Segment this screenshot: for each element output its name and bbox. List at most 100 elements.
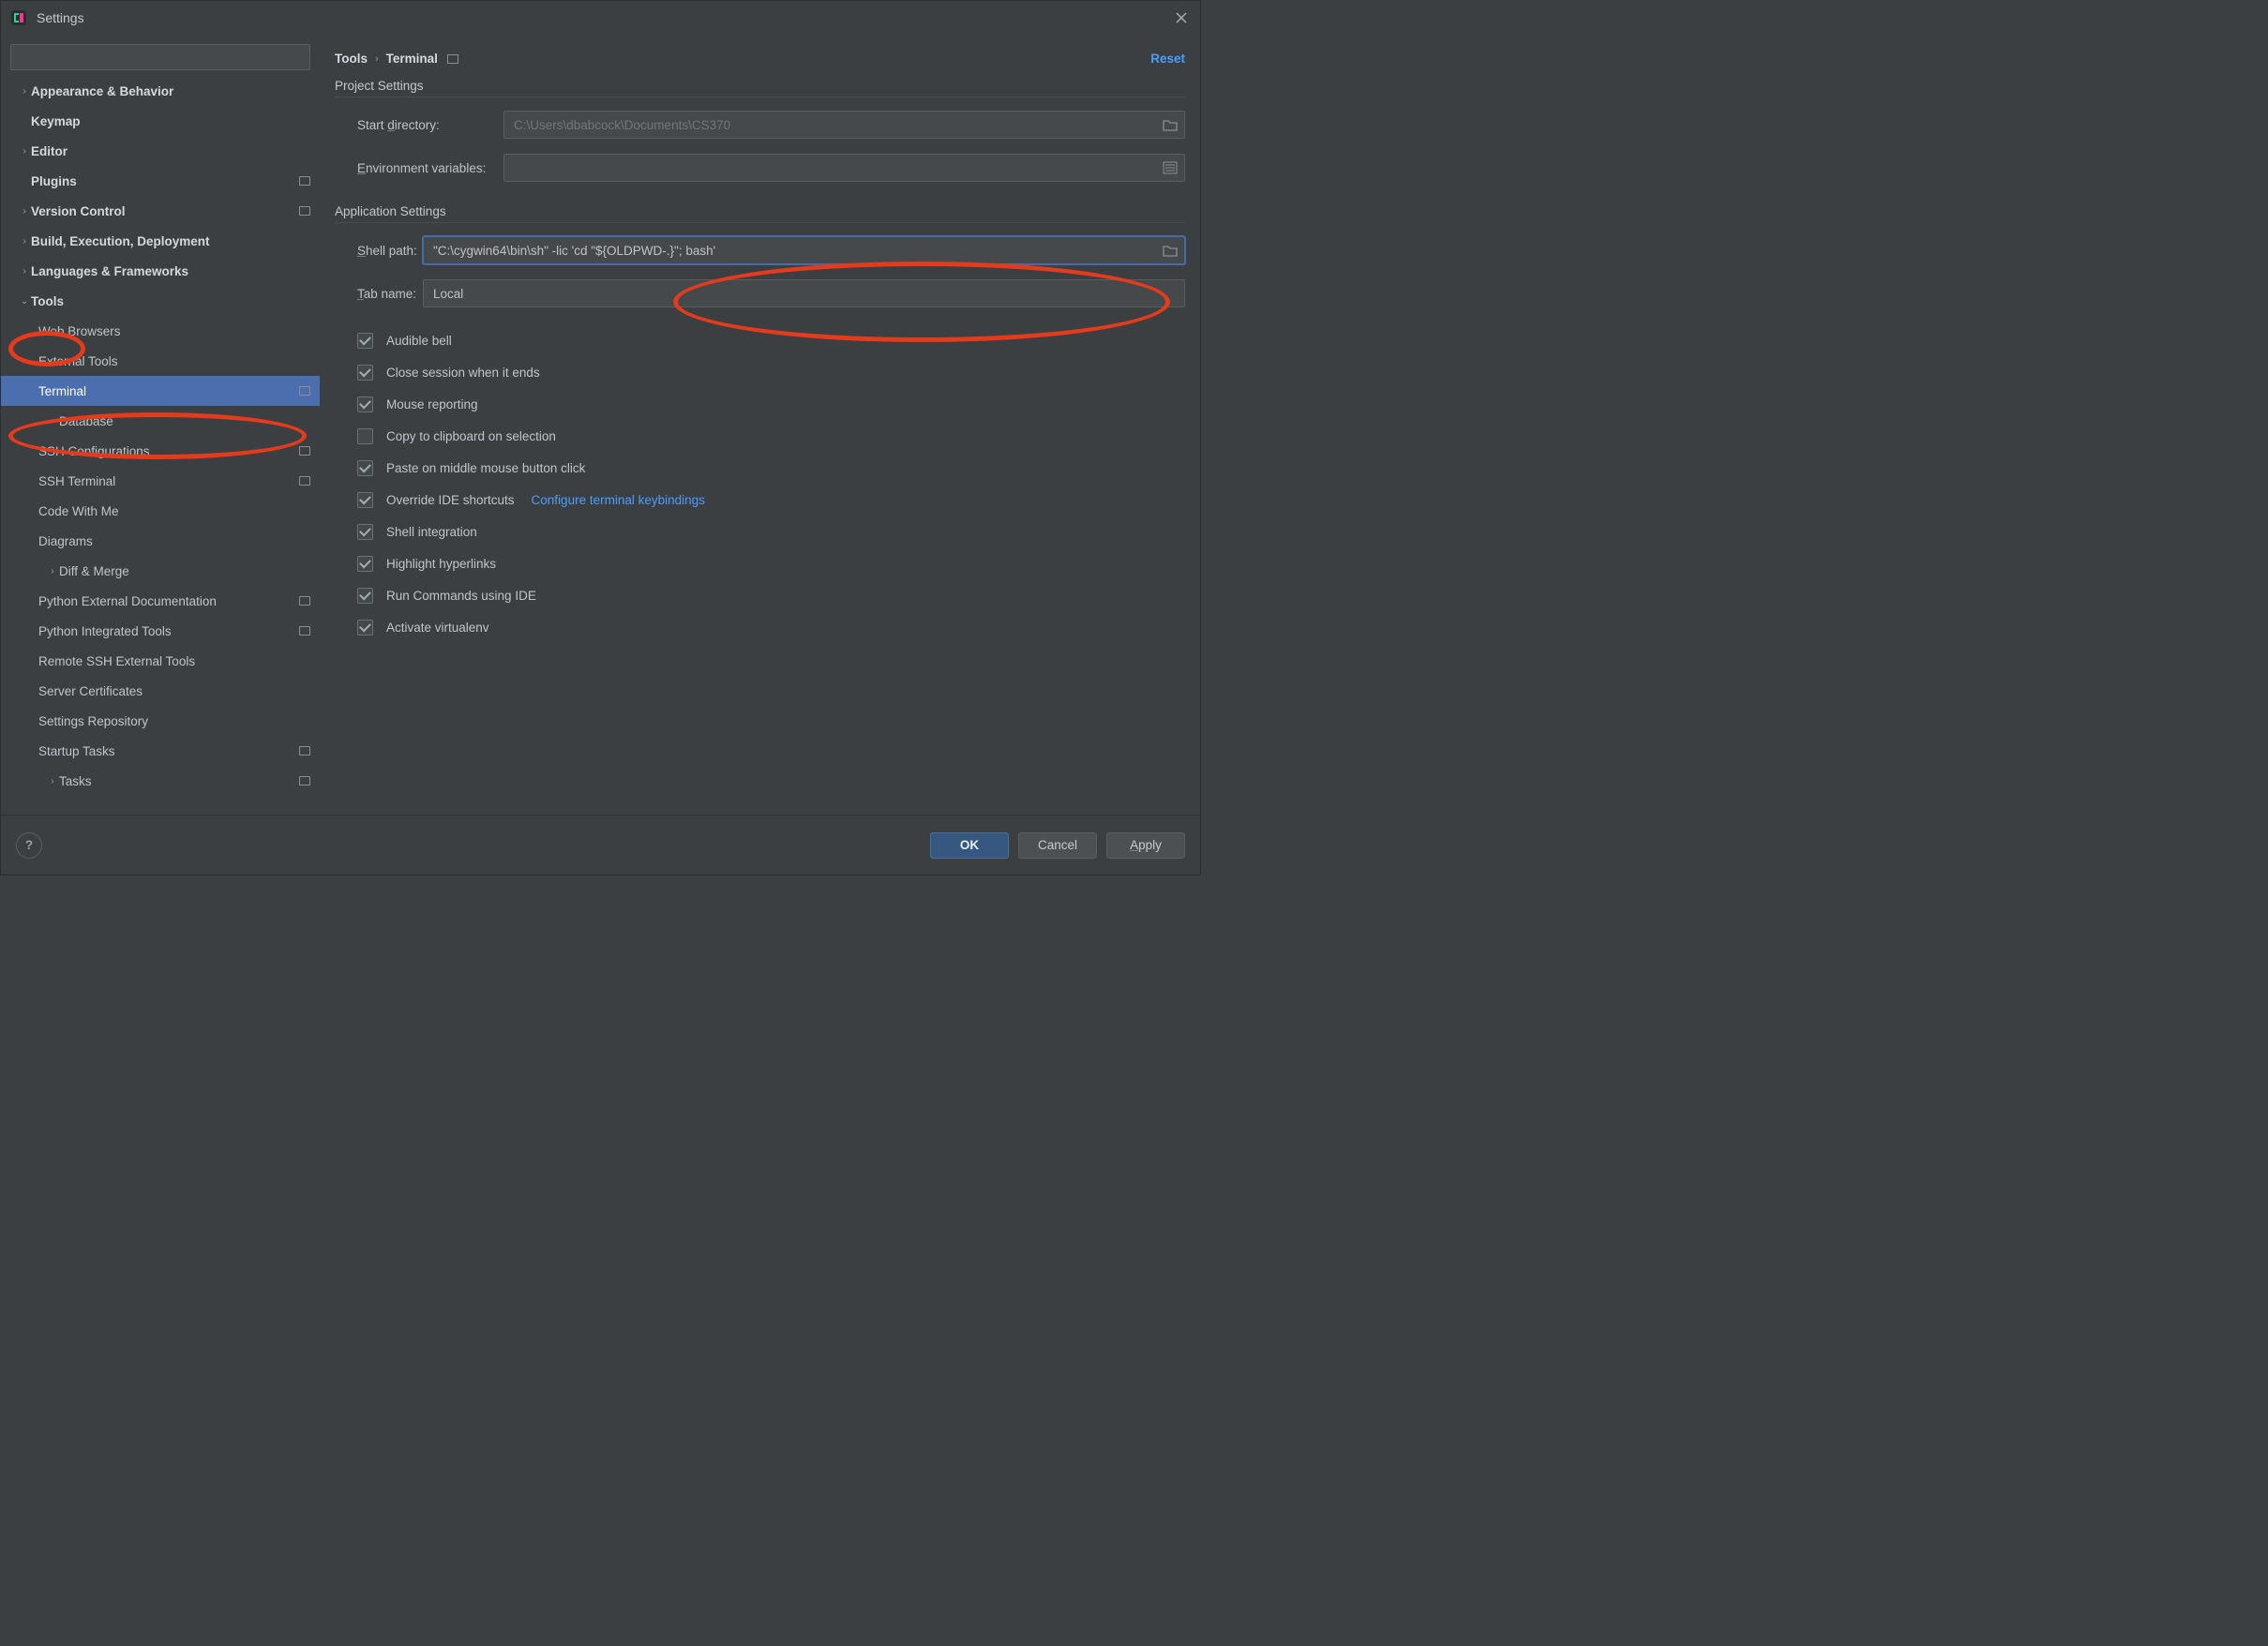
tree-item-version-control[interactable]: ›Version Control — [1, 196, 320, 226]
checkbox-label: Activate virtualenv — [386, 621, 489, 635]
titlebar: Settings — [1, 1, 1200, 35]
checkbox-label: Audible bell — [386, 334, 452, 348]
folder-icon[interactable] — [1163, 244, 1178, 257]
dialog-footer: ? OK Cancel Apply — [1, 815, 1200, 875]
tree-item-build-execution-deployment[interactable]: ›Build, Execution, Deployment — [1, 226, 320, 256]
tree-item-label: Database — [59, 414, 113, 428]
chevron-icon: › — [46, 416, 59, 426]
checkbox-label: Copy to clipboard on selection — [386, 429, 556, 443]
tree-item-label: Build, Execution, Deployment — [31, 234, 210, 248]
checkbox[interactable] — [357, 588, 373, 604]
tree-item-ssh-terminal[interactable]: SSH Terminal — [1, 466, 320, 496]
breadcrumb-parent[interactable]: Tools — [335, 52, 368, 66]
tree-item-external-tools[interactable]: External Tools — [1, 346, 320, 376]
checkbox-row: Run Commands using IDE — [357, 579, 1185, 611]
checkbox-row: Override IDE shortcutsConfigure terminal… — [357, 484, 1185, 516]
tree-item-plugins[interactable]: Plugins — [1, 166, 320, 196]
checkbox[interactable] — [357, 620, 373, 636]
tree-item-label: Settings Repository — [38, 714, 148, 728]
checkbox-row: Activate virtualenv — [357, 611, 1185, 643]
tree-item-diagrams[interactable]: Diagrams — [1, 526, 320, 556]
tree-item-label: Startup Tasks — [38, 744, 115, 758]
list-icon[interactable] — [1163, 161, 1178, 174]
checkbox-row: Audible bell — [357, 324, 1185, 356]
scope-badge-icon — [299, 746, 310, 756]
checkbox[interactable] — [357, 460, 373, 476]
tree-item-remote-ssh-external-tools[interactable]: Remote SSH External Tools — [1, 646, 320, 676]
checkbox[interactable] — [357, 492, 373, 508]
tree-item-label: Tasks — [59, 774, 92, 788]
chevron-icon: › — [18, 146, 31, 157]
env-vars-input[interactable] — [503, 154, 1185, 182]
tree-item-diff-merge[interactable]: ›Diff & Merge — [1, 556, 320, 586]
checkbox[interactable] — [357, 556, 373, 572]
tree-item-label: SSH Configurations — [38, 444, 150, 458]
body: ›Appearance & BehaviorKeymap›EditorPlugi… — [1, 35, 1200, 815]
reset-link[interactable]: Reset — [1150, 52, 1185, 66]
checkbox-row: Paste on middle mouse button click — [357, 452, 1185, 484]
tree-item-label: Python External Documentation — [38, 594, 217, 608]
shell-path-input[interactable] — [423, 236, 1185, 264]
tree-item-keymap[interactable]: Keymap — [1, 106, 320, 136]
chevron-icon: › — [18, 236, 31, 247]
tree-item-python-integrated-tools[interactable]: Python Integrated Tools — [1, 616, 320, 646]
tree-item-web-browsers[interactable]: Web Browsers — [1, 316, 320, 346]
chevron-icon: ⌄ — [18, 296, 31, 307]
checkbox[interactable] — [357, 397, 373, 412]
close-icon[interactable] — [1172, 8, 1191, 27]
checkbox-label: Highlight hyperlinks — [386, 557, 496, 571]
tree-item-label: External Tools — [38, 354, 118, 368]
settings-search-input[interactable] — [10, 44, 310, 70]
tree-item-editor[interactable]: ›Editor — [1, 136, 320, 166]
app-icon — [10, 9, 27, 26]
checkbox-row: Copy to clipboard on selection — [357, 420, 1185, 452]
scope-badge-icon — [299, 476, 310, 486]
scope-badge-icon — [299, 176, 310, 186]
tree-item-ssh-configurations[interactable]: SSH Configurations — [1, 436, 320, 466]
tree-item-settings-repository[interactable]: Settings Repository — [1, 706, 320, 736]
checkbox-row: Close session when it ends — [357, 356, 1185, 388]
start-directory-label: Start directory: — [335, 118, 503, 132]
tree-item-label: Languages & Frameworks — [31, 264, 188, 278]
checkbox-label: Paste on middle mouse button click — [386, 461, 585, 475]
chevron-icon: › — [18, 206, 31, 217]
checkbox-label: Close session when it ends — [386, 366, 540, 380]
checkbox[interactable] — [357, 428, 373, 444]
tree-item-label: Tools — [31, 294, 64, 308]
apply-button[interactable]: Apply — [1106, 832, 1185, 859]
help-button[interactable]: ? — [16, 832, 42, 859]
scope-badge-icon — [299, 626, 310, 636]
chevron-icon: › — [46, 566, 59, 576]
tree-item-python-external-documentation[interactable]: Python External Documentation — [1, 586, 320, 616]
tree-item-appearance-behavior[interactable]: ›Appearance & Behavior — [1, 76, 320, 106]
tab-name-input[interactable] — [423, 279, 1185, 307]
tree-item-languages-frameworks[interactable]: ›Languages & Frameworks — [1, 256, 320, 286]
checkbox-list: Audible bell Close session when it ends Mo… — [335, 324, 1185, 643]
cancel-button[interactable]: Cancel — [1018, 832, 1097, 859]
chevron-right-icon: › — [375, 53, 379, 65]
tree-item-tools[interactable]: ⌄Tools — [1, 286, 320, 316]
folder-icon[interactable] — [1163, 118, 1178, 131]
tab-name-label: Tab name: — [335, 287, 423, 301]
tree-item-code-with-me[interactable]: Code With Me — [1, 496, 320, 526]
ok-button[interactable]: OK — [930, 832, 1009, 859]
checkbox-label: Mouse reporting — [386, 397, 478, 412]
tree-item-database[interactable]: ›Database — [1, 406, 320, 436]
chevron-icon: › — [46, 776, 59, 786]
tree-item-tasks[interactable]: ›Tasks — [1, 766, 320, 796]
checkbox[interactable] — [357, 365, 373, 381]
configure-keybindings-link[interactable]: Configure terminal keybindings — [532, 493, 705, 507]
application-settings-heading: Application Settings — [335, 204, 1185, 223]
scope-badge-icon — [299, 446, 310, 456]
checkbox-row: Shell integration — [357, 516, 1185, 547]
chevron-icon: › — [18, 266, 31, 277]
tree-item-terminal[interactable]: Terminal — [1, 376, 320, 406]
start-directory-input[interactable] — [503, 111, 1185, 139]
tree-item-label: Diff & Merge — [59, 564, 129, 578]
settings-tree[interactable]: ›Appearance & BehaviorKeymap›EditorPlugi… — [1, 76, 320, 815]
tree-item-startup-tasks[interactable]: Startup Tasks — [1, 736, 320, 766]
tree-item-server-certificates[interactable]: Server Certificates — [1, 676, 320, 706]
checkbox[interactable] — [357, 524, 373, 540]
breadcrumb: Tools › Terminal Reset — [335, 52, 1185, 66]
checkbox[interactable] — [357, 333, 373, 349]
